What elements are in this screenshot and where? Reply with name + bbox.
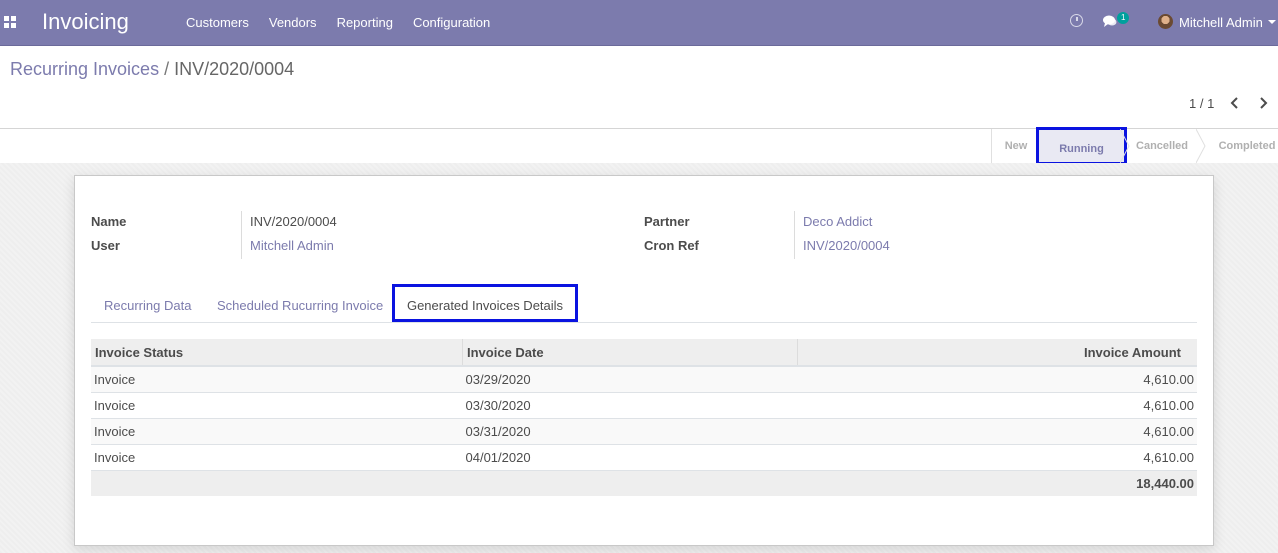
breadcrumb-parent[interactable]: Recurring Invoices [10,59,159,79]
generated-invoices-table: Invoice Status Invoice Date Invoice Amou… [91,339,1197,496]
breadcrumb-separator: / [164,59,170,79]
invoice-date-cell: 03/29/2020 [462,365,798,393]
user-value[interactable]: Mitchell Admin [250,238,334,253]
partner-value[interactable]: Deco Addict [803,214,872,229]
name-value[interactable]: INV/2020/0004 [250,214,337,229]
stage-completed[interactable]: Completed [1212,129,1278,163]
menu-customers[interactable]: Customers [186,15,249,30]
invoice-amount-cell: 4,610.00 [797,392,1197,419]
invoice-date-cell: 04/01/2020 [462,444,798,471]
column-invoice-status[interactable]: Invoice Status [91,339,463,367]
tab-generated-invoices-details[interactable]: Generated Invoices Details [392,284,578,322]
tab-scheduled-recurring-invoice[interactable]: Scheduled Rucurring Invoice [217,284,383,322]
table-row[interactable]: Invoice 03/31/2020 4,610.00 [91,418,1197,445]
menu-configuration[interactable]: Configuration [413,15,490,30]
chevron-right-icon[interactable] [1256,96,1270,110]
main-menu: Customers Vendors Reporting Configuratio… [186,15,490,30]
invoice-status-cell: Invoice [91,418,463,445]
menu-vendors[interactable]: Vendors [269,15,317,30]
invoice-amount-total: 18,440.00 [797,470,1197,496]
name-label: Name [91,214,127,229]
stage-cancelled[interactable]: Cancelled [1130,129,1194,163]
table-total-row: 18,440.00 [91,470,1197,496]
column-invoice-amount[interactable]: Invoice Amount [797,339,1197,367]
invoice-status-cell: Invoice [91,365,463,393]
apps-grid-icon[interactable] [4,16,16,28]
activity-clock-icon[interactable] [1070,14,1083,27]
stage-running[interactable]: Running [1036,127,1127,165]
pager-value[interactable]: 1 / 1 [1189,96,1214,111]
app-name[interactable]: Invoicing [42,9,129,35]
stage-separator [1120,129,1130,163]
cron-ref-label: Cron Ref [644,238,699,253]
table-header-row: Invoice Status Invoice Date Invoice Amou… [91,339,1197,367]
partner-label: Partner [644,214,690,229]
stage-separator [1196,129,1206,163]
cron-ref-value[interactable]: INV/2020/0004 [803,238,890,253]
top-navbar: Invoicing Customers Vendors Reporting Co… [0,0,1278,46]
tab-recurring-data[interactable]: Recurring Data [104,284,191,322]
invoice-amount-cell: 4,610.00 [797,365,1197,393]
table-row[interactable]: Invoice 04/01/2020 4,610.00 [91,444,1197,471]
notebook-tabs: Recurring Data Scheduled Rucurring Invoi… [91,284,1197,323]
invoice-status-cell: Invoice [91,392,463,419]
invoice-amount-cell: 4,610.00 [797,444,1197,471]
caret-down-icon[interactable] [1268,20,1276,24]
avatar[interactable] [1158,14,1173,29]
chat-icon[interactable] [1103,15,1117,27]
invoice-date-cell: 03/31/2020 [462,418,798,445]
column-invoice-date[interactable]: Invoice Date [462,339,798,367]
breadcrumb: Recurring Invoices / INV/2020/0004 [10,59,294,80]
menu-reporting[interactable]: Reporting [337,15,393,30]
user-menu-name[interactable]: Mitchell Admin [1179,15,1263,30]
chat-badge: 1 [1117,12,1130,24]
user-label: User [91,238,120,253]
form-statusbar: New Running Cancelled Completed [0,127,1278,165]
invoice-amount-cell: 4,610.00 [797,418,1197,445]
chevron-left-icon[interactable] [1228,96,1242,110]
table-row[interactable]: Invoice 03/30/2020 4,610.00 [91,392,1197,419]
field-divider [794,211,795,259]
breadcrumb-current: INV/2020/0004 [174,59,295,79]
stage-new[interactable]: New [991,129,1040,163]
invoice-date-cell: 03/30/2020 [462,392,798,419]
invoice-status-cell: Invoice [91,444,463,471]
field-divider [241,211,242,259]
table-row[interactable]: Invoice 03/29/2020 4,610.00 [91,365,1197,393]
